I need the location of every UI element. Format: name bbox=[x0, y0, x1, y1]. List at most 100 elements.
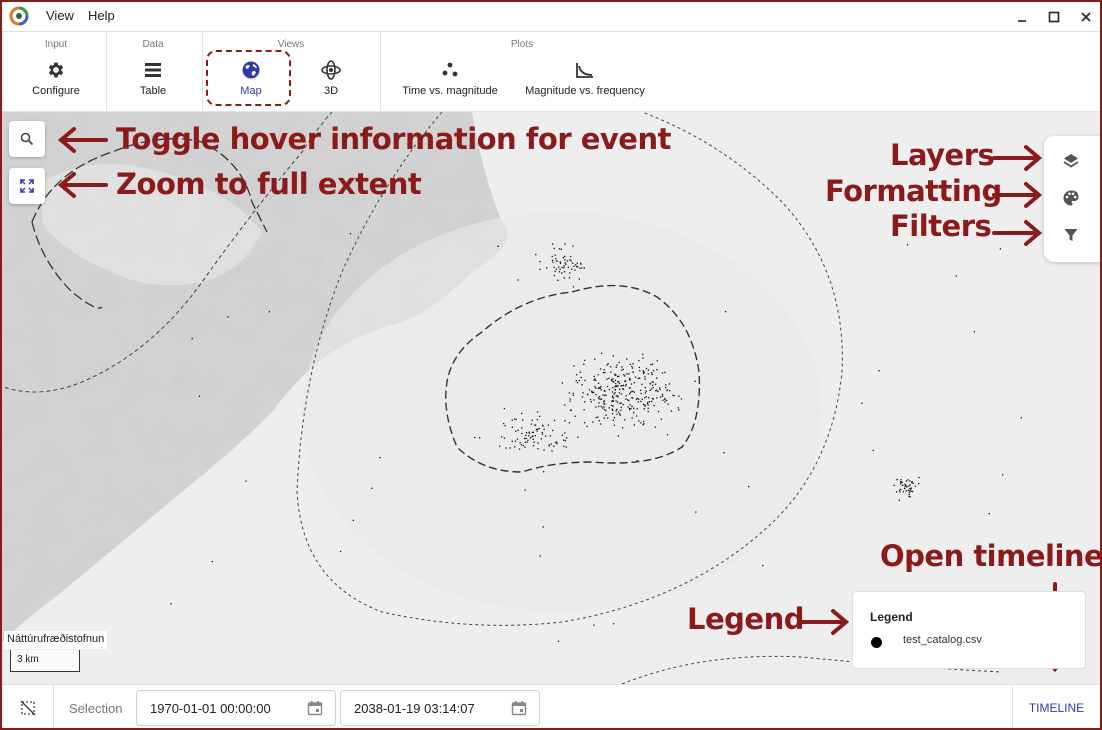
earthquake-point bbox=[522, 444, 524, 447]
earthquake-point bbox=[597, 397, 600, 399]
earthquake-point bbox=[643, 422, 645, 425]
earthquake-point bbox=[576, 374, 578, 376]
earthquake-point bbox=[911, 481, 913, 483]
earthquake-point bbox=[592, 421, 594, 423]
earthquake-point bbox=[594, 358, 596, 360]
earthquake-point bbox=[629, 377, 631, 379]
earthquake-point bbox=[539, 260, 541, 263]
earthquake-point bbox=[524, 446, 526, 448]
earthquake-point bbox=[563, 277, 565, 279]
map-button[interactable]: Map bbox=[228, 58, 274, 97]
calendar-icon[interactable] bbox=[307, 700, 323, 716]
hover-info-toggle-button[interactable] bbox=[9, 121, 45, 157]
zoom-full-extent-button[interactable] bbox=[9, 168, 45, 204]
earthquake-point bbox=[621, 369, 623, 371]
calendar-icon[interactable] bbox=[511, 700, 527, 716]
earthquake-point bbox=[582, 392, 584, 394]
earthquake-point bbox=[645, 396, 647, 398]
earthquake-point bbox=[643, 408, 645, 410]
earthquake-point bbox=[198, 395, 201, 397]
group-title-plots: Plots bbox=[510, 39, 534, 50]
maximize-button[interactable] bbox=[1044, 7, 1064, 27]
earthquake-point bbox=[541, 433, 544, 435]
earthquake-point bbox=[574, 269, 576, 271]
earthquake-point bbox=[606, 385, 609, 388]
selection-tool-button[interactable] bbox=[2, 685, 54, 728]
earthquake-point bbox=[605, 414, 607, 416]
gear-icon bbox=[48, 62, 64, 78]
formatting-button[interactable] bbox=[1060, 187, 1082, 209]
earthquake-point bbox=[525, 434, 527, 436]
earthquake-point bbox=[637, 401, 639, 403]
magnitude-vs-frequency-button[interactable]: Magnitude vs. frequency bbox=[520, 58, 650, 97]
group-divider bbox=[380, 32, 381, 112]
earthquake-point bbox=[528, 432, 530, 434]
menu-view[interactable]: View bbox=[46, 8, 74, 23]
earthquake-point bbox=[723, 452, 725, 454]
earthquake-point bbox=[631, 405, 633, 408]
earthquake-point bbox=[559, 268, 561, 270]
earthquake-point bbox=[544, 435, 547, 437]
earthquake-point bbox=[526, 441, 528, 443]
earthquake-point bbox=[622, 403, 624, 406]
earthquake-point bbox=[576, 382, 579, 384]
earthquake-point bbox=[556, 443, 558, 445]
earthquake-point bbox=[610, 371, 612, 373]
earthquake-point bbox=[524, 441, 526, 443]
minimize-button[interactable] bbox=[1012, 7, 1032, 27]
earthquake-point bbox=[543, 449, 545, 451]
earthquake-point bbox=[898, 499, 900, 501]
earthquake-point bbox=[657, 390, 659, 393]
earthquake-point bbox=[618, 381, 620, 383]
earthquake-point bbox=[616, 375, 619, 378]
menu-help[interactable]: Help bbox=[88, 8, 115, 23]
earthquake-point bbox=[352, 519, 354, 521]
configure-button[interactable]: Configure bbox=[28, 58, 84, 97]
earthquake-point bbox=[678, 409, 680, 411]
earthquake-point bbox=[525, 437, 527, 439]
globe-icon bbox=[242, 61, 260, 79]
earthquake-point bbox=[537, 448, 539, 450]
earthquake-point bbox=[593, 375, 595, 378]
filters-button[interactable] bbox=[1060, 224, 1082, 246]
earthquake-point bbox=[621, 385, 623, 387]
start-date-field[interactable]: 1970-01-01 00:00:00 bbox=[136, 690, 336, 726]
earthquake-point bbox=[617, 396, 619, 398]
3d-button[interactable]: 3D bbox=[308, 58, 354, 97]
earthquake-point bbox=[537, 428, 539, 430]
earthquake-point bbox=[588, 389, 591, 391]
earthquake-point bbox=[665, 386, 667, 389]
earthquake-point bbox=[584, 359, 586, 361]
earthquake-point bbox=[595, 406, 597, 408]
end-date-field[interactable]: 2038-01-19 03:14:07 bbox=[340, 690, 540, 726]
close-button[interactable] bbox=[1076, 7, 1096, 27]
earthquake-point bbox=[636, 460, 638, 462]
earthquake-point bbox=[906, 486, 908, 488]
group-title-data: Data bbox=[142, 39, 164, 50]
timeline-button[interactable]: TIMELINE bbox=[1012, 685, 1100, 728]
earthquake-point bbox=[211, 560, 213, 563]
time-vs-magnitude-button[interactable]: Time vs. magnitude bbox=[398, 58, 502, 97]
earthquake-point bbox=[634, 376, 637, 378]
earthquake-point bbox=[908, 485, 910, 487]
earthquake-point bbox=[517, 279, 519, 281]
earthquake-point bbox=[570, 409, 572, 412]
earthquake-point bbox=[520, 444, 523, 446]
earthquake-point bbox=[619, 414, 621, 416]
earthquake-point bbox=[603, 409, 606, 411]
table-button[interactable]: Table bbox=[130, 58, 176, 97]
earthquake-point bbox=[650, 388, 652, 390]
earthquake-point bbox=[904, 484, 907, 486]
map-view[interactable]: Toggle hover information for event Zoom … bbox=[2, 112, 1100, 684]
layers-button[interactable] bbox=[1060, 150, 1082, 172]
earthquake-point bbox=[600, 385, 602, 388]
earthquake-point bbox=[622, 384, 625, 386]
earthquake-point bbox=[581, 267, 583, 269]
earthquake-point bbox=[660, 418, 662, 420]
earthquake-point bbox=[633, 382, 636, 384]
earthquake-point bbox=[574, 415, 576, 417]
earthquake-point bbox=[577, 266, 579, 268]
earthquake-point bbox=[595, 394, 597, 396]
table-icon bbox=[145, 63, 161, 77]
earthquake-point bbox=[539, 268, 541, 270]
